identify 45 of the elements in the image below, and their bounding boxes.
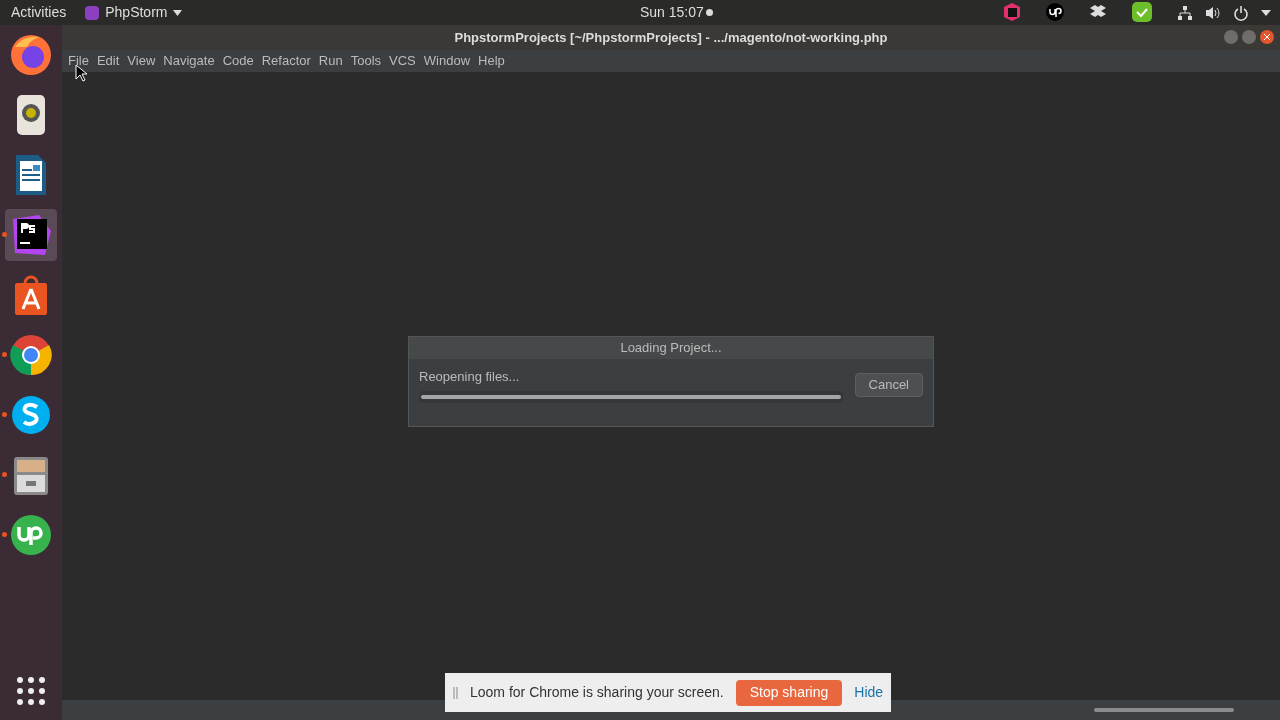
upwork-icon[interactable] xyxy=(1045,2,1065,22)
menu-item[interactable]: Window xyxy=(419,51,475,71)
dock-item[interactable] xyxy=(5,209,57,261)
menu-item[interactable]: VCS xyxy=(385,51,420,71)
cube-icon[interactable] xyxy=(1002,2,1022,22)
activities-button[interactable]: Activities xyxy=(0,2,78,23)
app-menu[interactable]: PhpStorm xyxy=(85,2,183,23)
menu-item[interactable]: Help xyxy=(474,51,509,71)
menu-item[interactable]: Tools xyxy=(346,51,386,71)
caret-icon[interactable] xyxy=(1261,10,1271,16)
menu-item[interactable]: File xyxy=(64,51,93,71)
chat-icon xyxy=(9,393,53,437)
drag-handle-icon[interactable] xyxy=(453,686,458,699)
upwork-icon xyxy=(9,513,53,557)
close-icon xyxy=(1264,34,1270,40)
stop-sharing-button[interactable]: Stop sharing xyxy=(735,679,843,706)
progress-message: Reopening files... xyxy=(419,368,521,386)
hide-link[interactable]: Hide xyxy=(854,682,884,703)
window-title: PhpstormProjects [~/PhpstormProjects] - .../magento/not-working.php xyxy=(454,28,888,47)
menu-item[interactable]: Run xyxy=(314,51,347,71)
dialog-title: Loading Project... xyxy=(620,339,722,358)
running-indicator xyxy=(2,232,7,237)
check-icon[interactable] xyxy=(1131,2,1153,22)
sharing-message: Loom for Chrome is sharing your screen. xyxy=(470,683,724,702)
menu-item[interactable]: Navigate xyxy=(159,51,219,71)
cancel-button[interactable]: Cancel xyxy=(854,372,923,397)
mouse-cursor-icon xyxy=(75,64,87,82)
menu-item[interactable]: Refactor xyxy=(257,51,315,71)
chrome-icon xyxy=(9,333,53,377)
menu-item[interactable]: View xyxy=(123,51,160,71)
app-grid-icon[interactable] xyxy=(16,676,46,706)
power-icon[interactable] xyxy=(1233,5,1249,21)
running-indicator xyxy=(2,352,7,357)
running-indicator xyxy=(2,532,7,537)
browser-icon xyxy=(9,33,53,77)
clock[interactable]: Sun 15:07 xyxy=(640,2,704,23)
running-indicator xyxy=(2,472,7,477)
caret-icon xyxy=(173,9,183,16)
running-indicator xyxy=(2,412,7,417)
notification-dot-icon xyxy=(706,9,713,16)
close-button[interactable] xyxy=(1260,30,1274,44)
menu-item[interactable]: Code xyxy=(218,51,258,71)
network-icon[interactable] xyxy=(1177,5,1193,21)
volume-icon[interactable] xyxy=(1205,5,1221,21)
menu-item[interactable]: Edit xyxy=(92,51,124,71)
